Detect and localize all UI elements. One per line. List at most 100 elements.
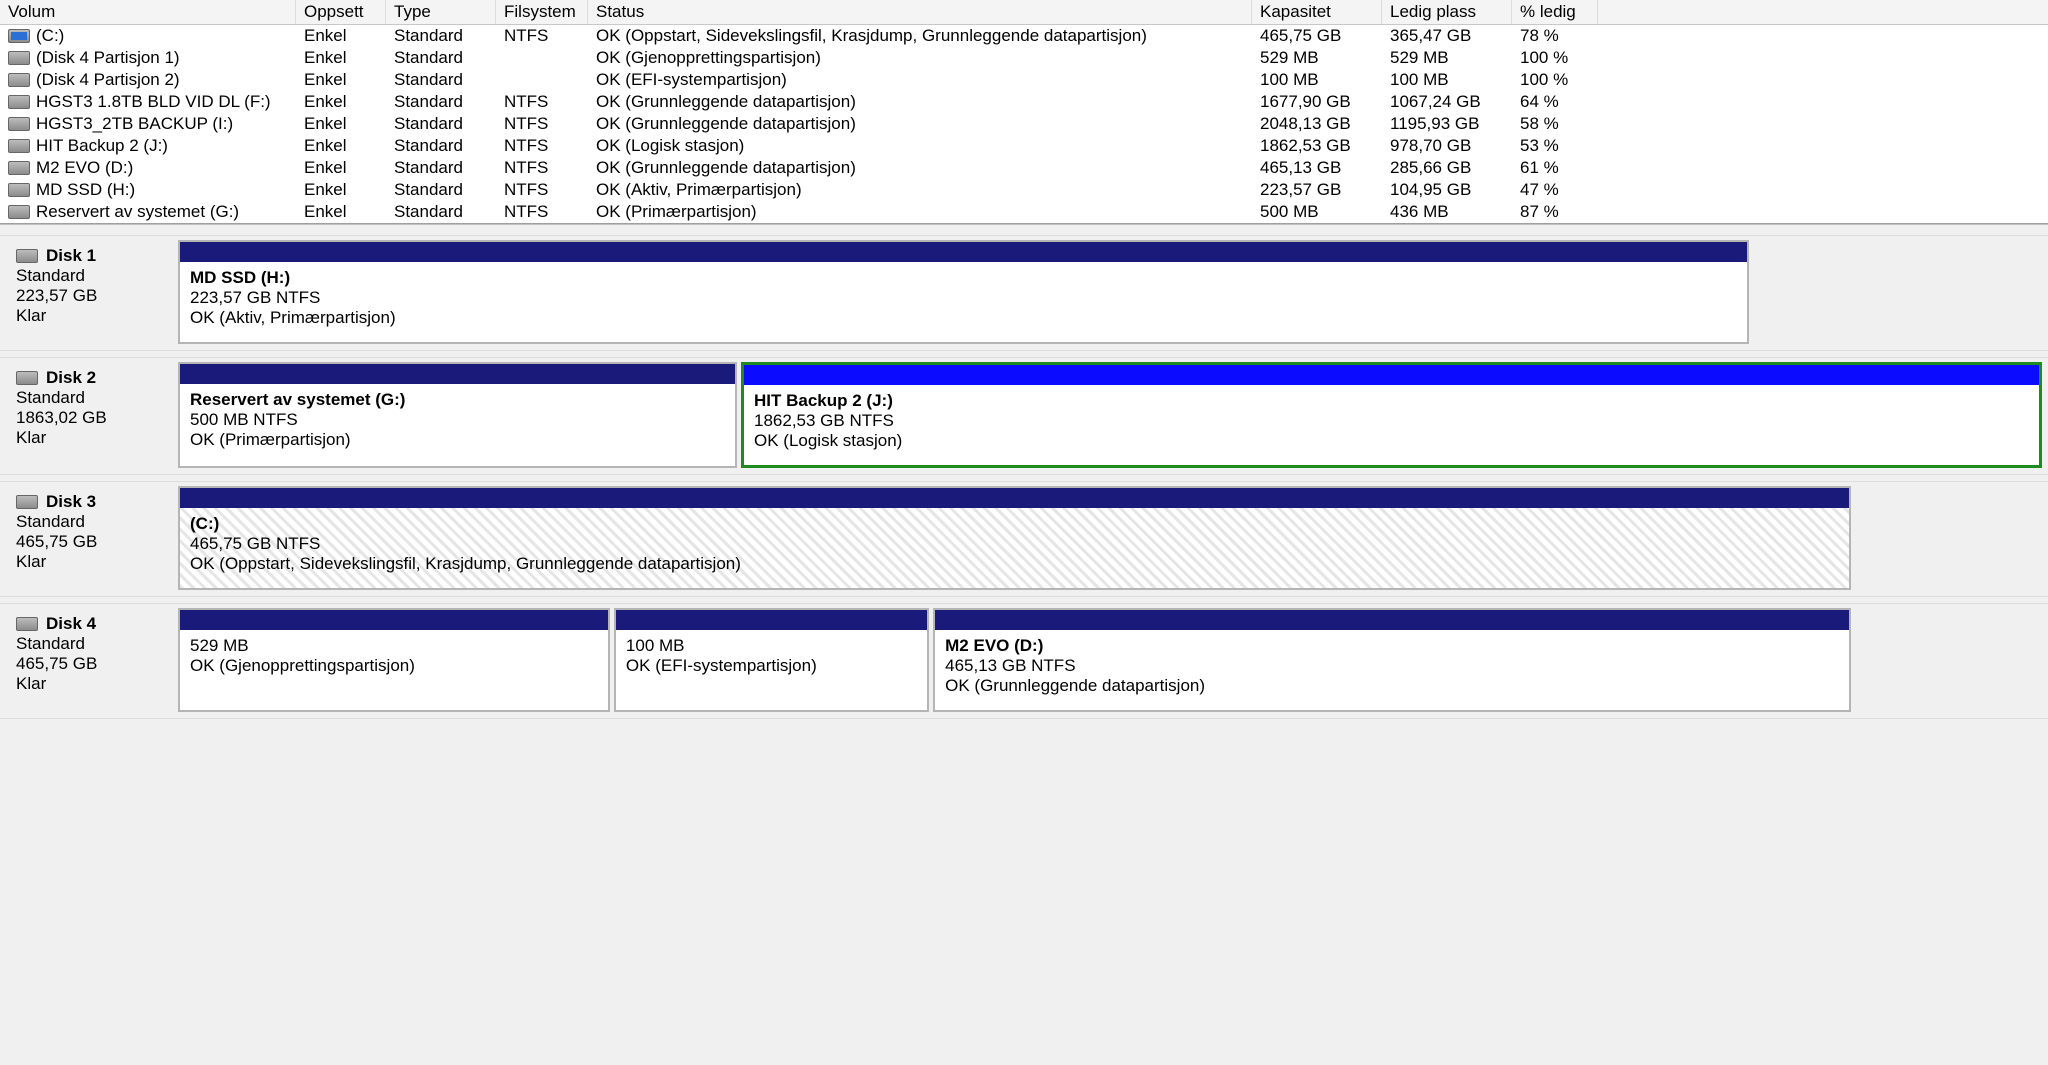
disk-partitions: 529 MBOK (Gjenopprettingspartisjon)100 M… xyxy=(178,604,1857,718)
partition-size: 100 MB xyxy=(626,636,917,656)
volume-icon xyxy=(8,139,30,153)
disk-label[interactable]: Disk 2Standard1863,02 GBKlar xyxy=(0,358,178,474)
volume-row[interactable]: (Disk 4 Partisjon 1)EnkelStandardOK (Gje… xyxy=(0,47,2048,69)
volume-status: OK (Gjenopprettingspartisjon) xyxy=(588,47,1252,69)
disk-name-text: Disk 1 xyxy=(46,246,96,266)
partition-size: 223,57 GB NTFS xyxy=(190,288,1737,308)
volume-pctfree: 87 % xyxy=(1512,201,1598,223)
col-capacity[interactable]: Kapasitet xyxy=(1252,0,1382,25)
disk-type: Standard xyxy=(16,266,166,286)
disk-partitions: (C:)465,75 GB NTFSOK (Oppstart, Sideveks… xyxy=(178,482,1857,596)
col-status[interactable]: Status xyxy=(588,0,1252,25)
volume-row[interactable]: (C:)EnkelStandardNTFSOK (Oppstart, Sidev… xyxy=(0,25,2048,47)
partition-title: M2 EVO (D:) xyxy=(945,636,1839,656)
volume-name: (Disk 4 Partisjon 2) xyxy=(36,70,180,90)
disk-row: Disk 4Standard465,75 GBKlar529 MBOK (Gje… xyxy=(0,603,2048,719)
volume-fs: NTFS xyxy=(496,135,588,157)
volume-capacity: 529 MB xyxy=(1252,47,1382,69)
volume-type: Standard xyxy=(386,91,496,113)
volume-pctfree: 100 % xyxy=(1512,69,1598,91)
volume-free: 104,95 GB xyxy=(1382,179,1512,201)
volume-layout: Enkel xyxy=(296,113,386,135)
partition[interactable]: 100 MBOK (EFI-systempartisjon) xyxy=(614,608,929,712)
volume-row[interactable]: MD SSD (H:)EnkelStandardNTFSOK (Aktiv, P… xyxy=(0,179,2048,201)
volume-free: 1067,24 GB xyxy=(1382,91,1512,113)
volume-name: Reservert av systemet (G:) xyxy=(36,202,239,222)
partition-status: OK (Primærpartisjon) xyxy=(190,430,725,450)
partition[interactable]: MD SSD (H:)223,57 GB NTFSOK (Aktiv, Prim… xyxy=(178,240,1749,344)
disk-map-panel: Disk 1Standard223,57 GBKlarMD SSD (H:)22… xyxy=(0,224,2048,719)
volume-fs: NTFS xyxy=(496,113,588,135)
partition[interactable]: M2 EVO (D:)465,13 GB NTFSOK (Grunnleggen… xyxy=(933,608,1851,712)
partition-size: 465,75 GB NTFS xyxy=(190,534,1839,554)
partition[interactable]: Reservert av systemet (G:)500 MB NTFSOK … xyxy=(178,362,737,468)
col-free[interactable]: Ledig plass xyxy=(1382,0,1512,25)
disk-label[interactable]: Disk 4Standard465,75 GBKlar xyxy=(0,604,178,718)
disk-row: Disk 3Standard465,75 GBKlar (C:)465,75 G… xyxy=(0,481,2048,597)
disk-size: 465,75 GB xyxy=(16,532,166,552)
volume-layout: Enkel xyxy=(296,91,386,113)
volume-icon xyxy=(8,95,30,109)
volume-type: Standard xyxy=(386,113,496,135)
disk-partitions: Reservert av systemet (G:)500 MB NTFSOK … xyxy=(178,358,2048,474)
volume-icon xyxy=(8,73,30,87)
volume-pctfree: 78 % xyxy=(1512,25,1598,47)
volume-icon xyxy=(8,51,30,65)
volume-icon xyxy=(8,117,30,131)
volume-type: Standard xyxy=(386,179,496,201)
volume-pctfree: 61 % xyxy=(1512,157,1598,179)
volume-capacity: 1862,53 GB xyxy=(1252,135,1382,157)
volume-icon xyxy=(8,29,30,43)
volume-table: Volum Oppsett Type Filsystem Status Kapa… xyxy=(0,0,2048,224)
volume-row[interactable]: HIT Backup 2 (J:)EnkelStandardNTFSOK (Lo… xyxy=(0,135,2048,157)
partition-status: OK (Logisk stasjon) xyxy=(754,431,2029,451)
volume-row[interactable]: Reservert av systemet (G:)EnkelStandardN… xyxy=(0,201,2048,223)
disk-type: Standard xyxy=(16,634,166,654)
partition[interactable]: 529 MBOK (Gjenopprettingspartisjon) xyxy=(178,608,610,712)
disk-icon xyxy=(16,249,38,263)
disk-label[interactable]: Disk 3Standard465,75 GBKlar xyxy=(0,482,178,596)
volume-capacity: 2048,13 GB xyxy=(1252,113,1382,135)
col-filesystem[interactable]: Filsystem xyxy=(496,0,588,25)
disk-size: 465,75 GB xyxy=(16,654,166,674)
partition-color-bar xyxy=(180,242,1747,262)
partition[interactable]: HIT Backup 2 (J:)1862,53 GB NTFSOK (Logi… xyxy=(741,362,2042,468)
disk-state: Klar xyxy=(16,552,166,572)
volume-row[interactable]: HGST3_2TB BACKUP (I:) EnkelStandardNTFSOK… xyxy=(0,113,2048,135)
partition[interactable]: (C:)465,75 GB NTFSOK (Oppstart, Sideveks… xyxy=(178,486,1851,590)
partition-title: (C:) xyxy=(190,514,1839,534)
volume-fs xyxy=(496,47,588,69)
partition-status: OK (Oppstart, Sidevekslingsfil, Krasjdum… xyxy=(190,554,1839,574)
volume-type: Standard xyxy=(386,47,496,69)
volume-status: OK (Grunnleggende datapartisjon) xyxy=(588,113,1252,135)
partition-color-bar xyxy=(935,610,1849,630)
volume-name: (C:) xyxy=(36,26,64,46)
volume-type: Standard xyxy=(386,25,496,47)
disk-name-text: Disk 3 xyxy=(46,492,96,512)
col-layout[interactable]: Oppsett xyxy=(296,0,386,25)
volume-row[interactable]: M2 EVO (D:)EnkelStandardNTFSOK (Grunnleg… xyxy=(0,157,2048,179)
disk-state: Klar xyxy=(16,674,166,694)
partition-color-bar xyxy=(180,488,1849,508)
volume-icon xyxy=(8,183,30,197)
volume-name: M2 EVO (D:) xyxy=(36,158,133,178)
volume-status: OK (Grunnleggende datapartisjon) xyxy=(588,91,1252,113)
volume-fs: NTFS xyxy=(496,91,588,113)
volume-name: HGST3_2TB BACKUP (I:) xyxy=(36,114,233,134)
volume-pctfree: 58 % xyxy=(1512,113,1598,135)
volume-row[interactable]: HGST3 1.8TB BLD VID DL (F:)EnkelStandard… xyxy=(0,91,2048,113)
partition-color-bar xyxy=(180,364,735,384)
volume-icon xyxy=(8,161,30,175)
col-volume[interactable]: Volum xyxy=(0,0,296,25)
partition-size: 529 MB xyxy=(190,636,598,656)
partition-status: OK (Grunnleggende datapartisjon) xyxy=(945,676,1839,696)
disk-name-text: Disk 4 xyxy=(46,614,96,634)
disk-name-text: Disk 2 xyxy=(46,368,96,388)
volume-fs: NTFS xyxy=(496,157,588,179)
disk-label[interactable]: Disk 1Standard223,57 GBKlar xyxy=(0,236,178,350)
volume-row[interactable]: (Disk 4 Partisjon 2)EnkelStandardOK (EFI… xyxy=(0,69,2048,91)
volume-free: 978,70 GB xyxy=(1382,135,1512,157)
disk-state: Klar xyxy=(16,428,166,448)
col-pctfree[interactable]: % ledig xyxy=(1512,0,1598,25)
col-type[interactable]: Type xyxy=(386,0,496,25)
